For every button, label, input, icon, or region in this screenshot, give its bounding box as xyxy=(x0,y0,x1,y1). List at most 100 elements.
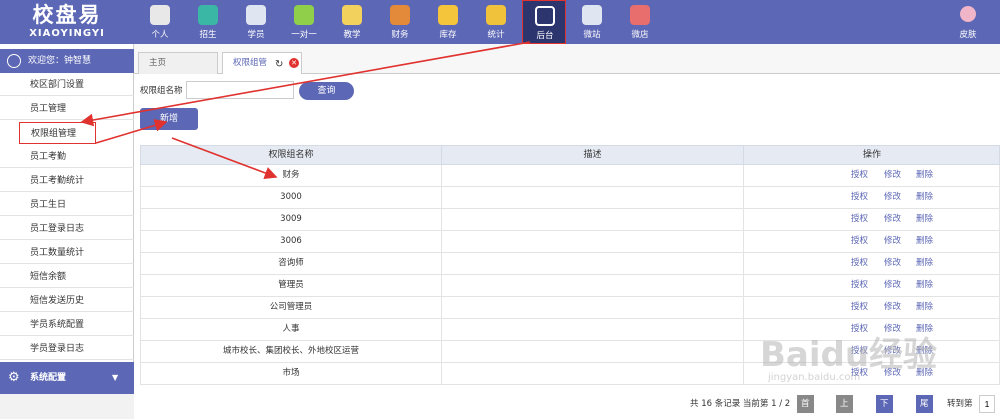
table-row: 咨询师 授权 修改 删除 xyxy=(140,253,1000,275)
tab-permission-group[interactable]: 权限组管 ↻ ✕ xyxy=(222,52,302,74)
sidebar-item-6[interactable]: 员工登录日志 xyxy=(0,218,134,240)
cell-description xyxy=(442,253,744,274)
edit-link[interactable]: 修改 xyxy=(884,187,901,208)
sidebar-item-4[interactable]: 员工考勤统计 xyxy=(0,170,134,192)
authorize-link[interactable]: 授权 xyxy=(851,297,868,318)
sidebar-item-1[interactable]: 员工管理 xyxy=(0,98,134,120)
delete-link[interactable]: 删除 xyxy=(916,231,933,252)
palette-icon xyxy=(960,6,976,22)
nav-item-0[interactable]: 个人 xyxy=(138,0,182,44)
authorize-link[interactable]: 授权 xyxy=(851,275,868,296)
sidebar-item-system-config[interactable]: ⚙ 系统配置 ▼ xyxy=(0,362,134,394)
edit-link[interactable]: 修改 xyxy=(884,209,901,230)
refresh-icon[interactable]: ↻ xyxy=(275,55,283,75)
monitor-icon xyxy=(535,6,555,26)
cell-description xyxy=(442,275,744,296)
nav-item-5[interactable]: 财务 xyxy=(378,0,422,44)
nav-label: 库存 xyxy=(439,30,457,40)
close-icon[interactable]: ✕ xyxy=(289,58,299,68)
nav-label: 教学 xyxy=(343,30,361,40)
cell-group-name: 咨询师 xyxy=(141,253,442,274)
sidebar-item-10[interactable]: 学员系统配置 xyxy=(0,314,134,336)
nav-item-9[interactable]: 微站 xyxy=(570,0,614,44)
person-icon xyxy=(150,5,170,25)
last-page-button[interactable]: 尾页 xyxy=(916,395,933,419)
sidebar-item-3[interactable]: 员工考勤 xyxy=(0,146,134,168)
cell-description xyxy=(442,319,744,340)
nav-label: 一对一 xyxy=(291,30,317,40)
authorize-link[interactable]: 授权 xyxy=(851,253,868,274)
group-name-input[interactable] xyxy=(186,81,294,99)
nav-item-1[interactable]: 招生 xyxy=(186,0,230,44)
query-button[interactable]: 查询 xyxy=(299,82,354,100)
goto-page-input[interactable] xyxy=(979,395,995,413)
pager-info: 共 16 条记录 当前第 1 / 2 xyxy=(690,399,791,409)
next-page-button[interactable]: 下一页 xyxy=(876,395,893,419)
sidebar-item-11[interactable]: 学员登录日志 xyxy=(0,338,134,360)
cell-group-name: 城市校长、集团校长、外地校区运营 xyxy=(141,341,442,362)
nav-item-2[interactable]: 学员 xyxy=(234,0,278,44)
sidebar-item-7[interactable]: 员工数量统计 xyxy=(0,242,134,264)
delete-link[interactable]: 删除 xyxy=(916,165,933,186)
delete-link[interactable]: 删除 xyxy=(916,297,933,318)
nav-item-10[interactable]: 微店 xyxy=(618,0,662,44)
logo-en: XIAOYINGYI xyxy=(29,28,105,39)
cell-description xyxy=(442,341,744,362)
nav-item-8[interactable]: 后台 xyxy=(522,0,566,44)
table-row: 3000 授权 修改 删除 xyxy=(140,187,1000,209)
student-card-icon xyxy=(246,5,266,25)
first-page-button[interactable]: 首页 xyxy=(797,395,814,419)
edit-link[interactable]: 修改 xyxy=(884,297,901,318)
sidebar-item-0[interactable]: 校区部门设置 xyxy=(0,74,134,96)
search-icon xyxy=(198,5,218,25)
edit-link[interactable]: 修改 xyxy=(884,231,901,252)
welcome-text: 欢迎您：钟智慧 xyxy=(28,56,92,66)
authorize-link[interactable]: 授权 xyxy=(851,231,868,252)
welcome-bar: 欢迎您：钟智慧 xyxy=(0,49,134,73)
delete-link[interactable]: 删除 xyxy=(916,187,933,208)
shop-icon xyxy=(630,5,650,25)
goto-label: 转到第 xyxy=(947,399,973,409)
delete-link[interactable]: 删除 xyxy=(916,253,933,274)
prev-page-button[interactable]: 上一页 xyxy=(836,395,853,419)
edit-link[interactable]: 修改 xyxy=(884,165,901,186)
bar-chart-icon xyxy=(486,5,506,25)
nav-label: 后台 xyxy=(536,31,554,41)
baidu-watermark: Baidu经验 xyxy=(760,335,938,375)
tab-home[interactable]: 主页 xyxy=(138,52,218,74)
sidebar-item-2[interactable]: 权限组管理 xyxy=(19,122,96,144)
nav-item-4[interactable]: 教学 xyxy=(330,0,374,44)
delete-link[interactable]: 删除 xyxy=(916,275,933,296)
skin-button[interactable]: 皮肤 xyxy=(950,0,986,44)
edit-link[interactable]: 修改 xyxy=(884,275,901,296)
gear-icon: ⚙ xyxy=(8,370,20,385)
cell-description xyxy=(442,297,744,318)
sidebar-item-8[interactable]: 短信余额 xyxy=(0,266,134,288)
sidebar-item-9[interactable]: 短信发送历史 xyxy=(0,290,134,312)
search-label: 权限组名称 xyxy=(140,86,183,96)
nav-label: 招生 xyxy=(199,30,217,40)
edit-link[interactable]: 修改 xyxy=(884,253,901,274)
table-header: 权限组名称 描述 操作 xyxy=(140,145,1000,166)
authorize-link[interactable]: 授权 xyxy=(851,165,868,186)
table-row: 管理员 授权 修改 删除 xyxy=(140,275,1000,297)
nav-item-6[interactable]: 库存 xyxy=(426,0,470,44)
sidebar-item-5[interactable]: 员工生日 xyxy=(0,194,134,216)
chat-icon xyxy=(294,5,314,25)
authorize-link[interactable]: 授权 xyxy=(851,209,868,230)
sidebar: 欢迎您：钟智慧 校区部门设置 员工管理 权限组管理 员工考勤 员工考勤统计 员工生日 员工登… xyxy=(0,44,134,419)
nav-item-3[interactable]: 一对一 xyxy=(282,0,326,44)
authorize-link[interactable]: 授权 xyxy=(851,187,868,208)
cell-description xyxy=(442,231,744,252)
header-actions: 操作 xyxy=(862,150,881,160)
cell-description xyxy=(442,187,744,208)
pencil-icon xyxy=(342,5,362,25)
briefcase-icon xyxy=(390,5,410,25)
cell-group-name: 3009 xyxy=(141,209,442,230)
browser-icon xyxy=(582,5,602,25)
delete-link[interactable]: 删除 xyxy=(916,209,933,230)
add-button[interactable]: 新增 xyxy=(140,108,198,130)
app-window: 校盘易 XIAOYINGYI 个人 招生 学员 一对一 教学 财务 库存 统计 后台 微站 微店 皮… xyxy=(0,0,1000,419)
nav-item-7[interactable]: 统计 xyxy=(474,0,518,44)
watermark-url: jingyan.baidu.com xyxy=(768,372,861,383)
